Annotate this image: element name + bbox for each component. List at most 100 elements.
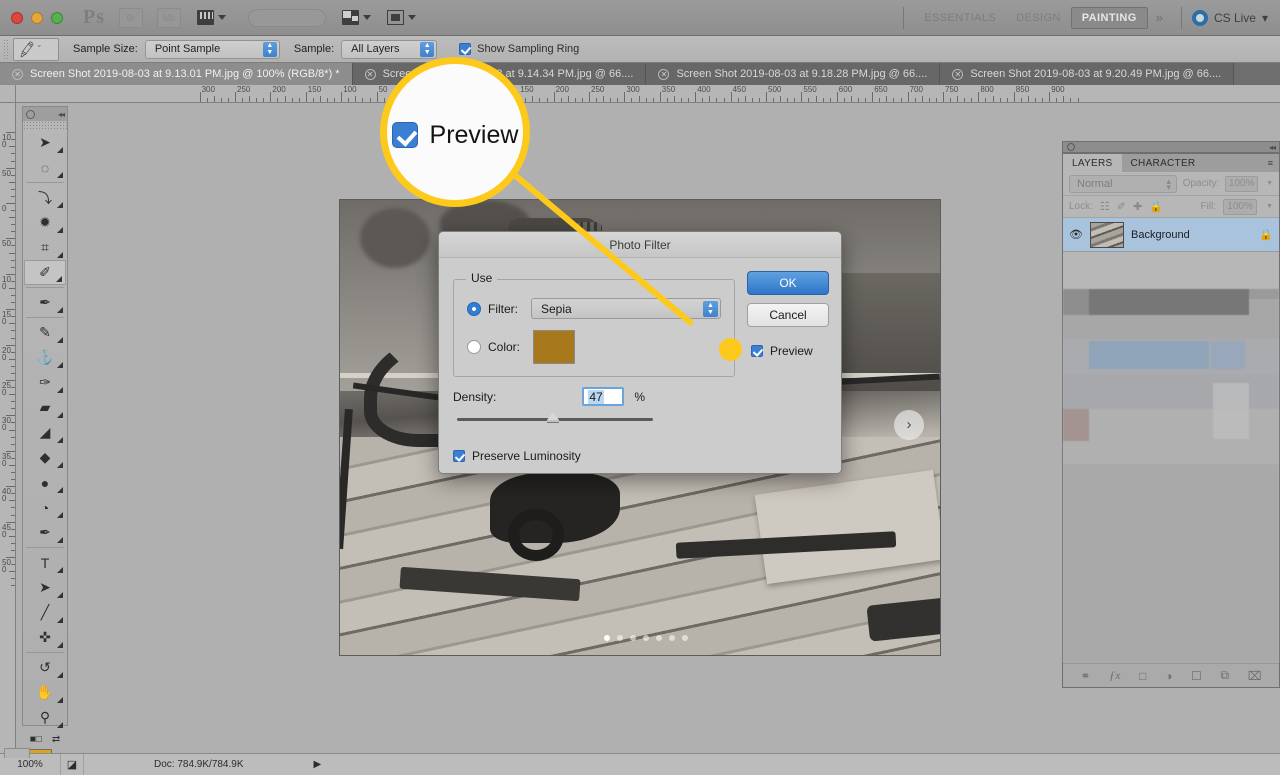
collapse-icon[interactable]: ◂◂: [58, 110, 65, 119]
close-icon[interactable]: ✕: [658, 68, 670, 80]
workspace-design[interactable]: DESIGN: [1006, 7, 1071, 29]
options-bar-grip[interactable]: [3, 39, 10, 59]
stepper-icon[interactable]: ▲ ▼: [420, 41, 435, 57]
panel-dock-header[interactable]: ◂◂: [1062, 141, 1280, 153]
adjustment-layer-icon[interactable]: ◑: [1165, 669, 1172, 683]
zoom-tool[interactable]: ⚲: [24, 705, 66, 730]
show-sampling-ring-checkbox[interactable]: Show Sampling Ring: [459, 43, 579, 55]
swap-colors-icon[interactable]: ⇄: [52, 734, 60, 745]
opacity-value[interactable]: 100%: [1225, 175, 1259, 192]
position-lock-icon[interactable]: ✚: [1133, 200, 1142, 213]
link-layers-icon[interactable]: ⚭: [1080, 669, 1090, 683]
close-icon[interactable]: ✕: [12, 68, 23, 80]
blur-tool[interactable]: ●: [24, 470, 66, 495]
3d-orbit-tool[interactable]: ↺: [24, 655, 66, 680]
pen-tool[interactable]: ✒: [24, 520, 66, 545]
all-lock-icon[interactable]: 🔒: [1149, 200, 1163, 213]
close-icon[interactable]: ✕: [952, 68, 964, 80]
gradient-tool[interactable]: ◆: [24, 445, 66, 470]
type-tool[interactable]: T: [24, 550, 66, 575]
zoom-level[interactable]: 100%: [0, 759, 60, 770]
line-tool[interactable]: ╱: [24, 600, 66, 625]
blend-mode-select[interactable]: Normal ▲ ▼: [1069, 174, 1177, 193]
document-tab-3[interactable]: ✕ Screen Shot 2019-08-03 at 9.18.28 PM.j…: [646, 63, 941, 85]
color-radio[interactable]: [467, 340, 481, 354]
arrange-documents-button[interactable]: [342, 10, 371, 25]
3d-rotate-tool[interactable]: ✜: [24, 625, 66, 650]
marquee-tool[interactable]: ◌: [24, 155, 66, 180]
eraser-tool[interactable]: ▰: [24, 395, 66, 420]
tools-panel-header[interactable]: ◂◂: [23, 107, 67, 121]
filter-select[interactable]: Sepia ▲ ▼: [531, 298, 721, 319]
document-tab-1[interactable]: ✕ Screen Shot 2019-08-03 at 9.13.01 PM.j…: [0, 63, 353, 85]
cancel-button[interactable]: Cancel: [747, 303, 829, 327]
horizontal-ruler[interactable]: 3002502001501005005010015020025030035040…: [16, 85, 1280, 103]
collapse-panels-icon[interactable]: ◂◂: [1269, 143, 1276, 152]
default-colors-icon[interactable]: ■□: [30, 734, 42, 745]
more-workspaces-icon[interactable]: »: [1148, 10, 1171, 25]
current-tool-preset-button[interactable]: 🖍 ˇ: [13, 37, 59, 61]
magic-wand-tool[interactable]: ✹: [24, 210, 66, 235]
paint-bucket-tool[interactable]: ◢: [24, 420, 66, 445]
density-slider-handle[interactable]: [547, 412, 559, 422]
filter-radio[interactable]: [467, 301, 481, 316]
color-swatch[interactable]: [533, 330, 576, 364]
close-icon[interactable]: ✕: [364, 68, 376, 80]
chevron-down-icon[interactable]: ▼: [1266, 180, 1273, 187]
view-extras-button[interactable]: [197, 10, 226, 25]
tab-layers[interactable]: LAYERS: [1063, 154, 1122, 172]
next-image-button[interactable]: ›: [894, 409, 924, 440]
mini-bridge-button[interactable]: Mb: [157, 7, 181, 28]
vertical-ruler[interactable]: 100 50 0 50 100 150 200 250 300 350 400 450 500: [0, 103, 16, 753]
sample-size-select[interactable]: Point Sample ▲ ▼: [144, 39, 280, 59]
transparency-lock-icon[interactable]: ☷: [1100, 200, 1110, 213]
eyedropper-tool[interactable]: ✐: [24, 260, 66, 285]
ok-button[interactable]: OK: [747, 271, 829, 295]
tab-character[interactable]: CHARACTER: [1122, 154, 1205, 172]
sample-select[interactable]: All Layers ▲ ▼: [341, 39, 438, 59]
photo-filter-dialog[interactable]: Photo Filter Use Filter: Sepia ▲ ▼ Color:…: [438, 231, 842, 474]
new-group-icon[interactable]: ☐: [1191, 669, 1202, 683]
lasso-tool[interactable]: ⤵: [24, 185, 66, 210]
new-layer-icon[interactable]: ⧉: [1221, 668, 1230, 683]
tools-panel-grip[interactable]: [23, 121, 67, 130]
bridge-button[interactable]: Br: [119, 7, 143, 28]
crop-tool[interactable]: ⌗: [24, 235, 66, 260]
stepper-icon[interactable]: ▲ ▼: [703, 301, 718, 317]
stepper-icon[interactable]: ▲ ▼: [262, 41, 277, 57]
document-tab-4[interactable]: ✕ Screen Shot 2019-08-03 at 9.20.49 PM.j…: [940, 63, 1235, 85]
brush-lock-icon[interactable]: ✐: [1117, 200, 1126, 213]
layer-mask-icon[interactable]: □: [1139, 669, 1146, 683]
search-input[interactable]: [248, 8, 326, 27]
panel-menu-icon[interactable]: ≡: [1262, 154, 1279, 172]
screen-mode-button[interactable]: [387, 10, 416, 25]
path-selection-tool[interactable]: ➤: [24, 575, 66, 600]
density-slider[interactable]: [457, 412, 653, 422]
status-bar-grip[interactable]: [4, 748, 30, 758]
move-tool[interactable]: ➤: [24, 130, 66, 155]
dodge-tool[interactable]: ◔: [24, 495, 66, 520]
maximize-window-button[interactable]: [51, 11, 63, 24]
workspace-painting[interactable]: PAINTING: [1070, 6, 1148, 29]
preview-checkbox[interactable]: Preview: [751, 344, 813, 358]
fill-value[interactable]: 100%: [1223, 198, 1258, 215]
clone-stamp-tool[interactable]: ⚓: [24, 345, 66, 370]
document-profile-icon[interactable]: ◪: [60, 754, 84, 775]
brush-tool[interactable]: ✎: [24, 320, 66, 345]
color-option-row[interactable]: Color:: [467, 330, 576, 364]
delete-layer-icon[interactable]: ⌧: [1248, 669, 1262, 683]
layer-style-icon[interactable]: ƒx: [1109, 668, 1120, 683]
preserve-luminosity-checkbox[interactable]: Preserve Luminosity: [453, 449, 581, 463]
stepper-icon[interactable]: ▲ ▼: [1165, 177, 1173, 191]
layer-visibility-icon[interactable]: 👁: [1069, 228, 1083, 241]
layer-row-background[interactable]: 👁 Background 🔒: [1063, 218, 1279, 252]
density-input[interactable]: 47: [582, 387, 625, 406]
workspace-essentials[interactable]: ESSENTIALS: [914, 7, 1006, 29]
status-menu-icon[interactable]: ▶: [314, 759, 322, 770]
chevron-down-icon[interactable]: ▼: [1266, 203, 1273, 210]
minimize-window-button[interactable]: [31, 11, 43, 24]
hand-tool[interactable]: ✋: [24, 680, 66, 705]
close-window-button[interactable]: [11, 11, 23, 24]
history-brush-tool[interactable]: ✑: [24, 370, 66, 395]
cs-live-button[interactable]: CS Live ▾: [1191, 9, 1268, 26]
